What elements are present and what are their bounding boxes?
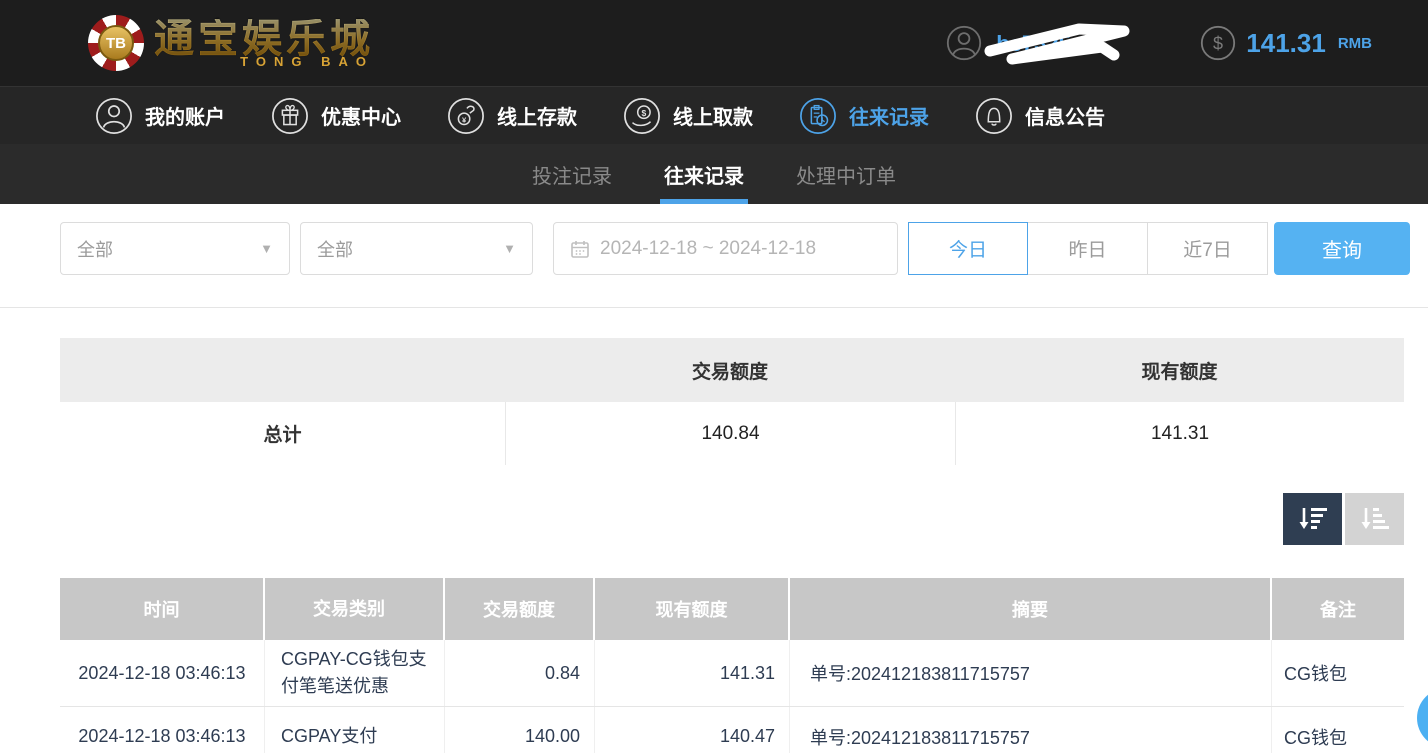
nav-label: 往来记录: [849, 101, 929, 130]
sort-ascending-icon: [1360, 506, 1390, 532]
transactions-table: 时间 交易类别 交易额度 现有额度 摘要 备注 2024-12-18 03:46…: [60, 578, 1404, 753]
deposit-icon: ¥: [447, 97, 485, 135]
dollar-circle-icon: $: [1200, 25, 1236, 61]
nav-item-announcements[interactable]: 信息公告: [975, 97, 1105, 135]
sort-controls: [60, 493, 1404, 545]
cell-amount: 0.84: [445, 640, 595, 706]
table-header-row: 时间 交易类别 交易额度 现有额度 摘要 备注: [60, 578, 1404, 640]
page: TB 通宝娱乐城 TONG BAO bc7325: [0, 0, 1428, 753]
nav-label: 线上存款: [497, 101, 577, 130]
today-button[interactable]: 今日: [908, 222, 1028, 275]
quick-date-group: 今日 昨日 近7日: [908, 222, 1268, 275]
nav-item-my-account[interactable]: 我的账户: [95, 97, 225, 135]
nav-label: 我的账户: [145, 101, 225, 130]
top-header: TB 通宝娱乐城 TONG BAO bc7325: [0, 0, 1428, 86]
tab-transaction-records[interactable]: 往来记录: [662, 144, 746, 204]
summary-header-empty: [60, 338, 505, 402]
cell-time: 2024-12-18 03:46:13: [60, 707, 265, 753]
cell-balance: 140.47: [595, 707, 790, 753]
balance[interactable]: $ 141.31 RMB: [1200, 25, 1372, 61]
col-header-time: 时间: [60, 578, 265, 640]
brand-name: 通宝娱乐城: [154, 19, 374, 59]
chevron-down-icon: ▼: [503, 241, 516, 256]
chip-label: TB: [98, 25, 134, 61]
table-row: 2024-12-18 03:46:13 CGPAY支付 140.00 140.4…: [60, 707, 1404, 753]
brand-subtitle: TONG BAO: [240, 55, 374, 68]
svg-text:$: $: [1213, 33, 1223, 53]
cell-note: CG钱包: [1272, 707, 1404, 753]
type-select-value: 全部: [77, 236, 113, 262]
summary-transaction-total: 140.84: [505, 402, 955, 465]
bell-icon: [975, 97, 1013, 135]
section-divider: [0, 307, 1428, 308]
subtype-select-value: 全部: [317, 236, 353, 262]
summary-total-label: 总计: [60, 402, 505, 465]
table-row: 2024-12-18 03:46:13 CGPAY-CG钱包支付笔笔送优惠 0.…: [60, 640, 1404, 707]
cell-balance: 141.31: [595, 640, 790, 706]
yesterday-button[interactable]: 昨日: [1028, 222, 1148, 275]
username-wrap: bc7325: [992, 21, 1122, 65]
cell-amount: 140.00: [445, 707, 595, 753]
date-range-value: 2024-12-18 ~ 2024-12-18: [600, 238, 816, 260]
sort-descending-button[interactable]: [1283, 493, 1342, 545]
casino-chip-icon: TB: [88, 15, 144, 71]
floating-service-button[interactable]: [1417, 688, 1428, 748]
nav-label: 优惠中心: [321, 101, 401, 130]
search-button[interactable]: 查询: [1274, 222, 1410, 275]
col-header-amount: 交易额度: [445, 578, 595, 640]
col-header-summary: 摘要: [790, 578, 1272, 640]
balance-currency: RMB: [1338, 35, 1372, 52]
summary-header-balance: 现有额度: [955, 338, 1404, 402]
summary-balance-total: 141.31: [955, 402, 1404, 465]
user-account[interactable]: bc7325: [946, 21, 1122, 65]
topbar-right: bc7325 $ 141.31 RMB: [946, 21, 1372, 65]
summary-header-transaction: 交易额度: [505, 338, 955, 402]
calendar-icon: [570, 239, 590, 259]
svg-text:¥: ¥: [462, 115, 467, 124]
date-range-input[interactable]: 2024-12-18 ~ 2024-12-18: [553, 222, 898, 275]
nav-label: 信息公告: [1025, 101, 1105, 130]
withdraw-icon: $: [623, 97, 661, 135]
record-tabs: 投注记录 往来记录 处理中订单: [0, 144, 1428, 204]
cell-summary: 单号:202412183811715757: [790, 707, 1272, 753]
account-icon: [95, 97, 133, 135]
summary-table: 交易额度 现有额度 总计 140.84 141.31: [60, 338, 1404, 465]
cell-summary: 单号:202412183811715757: [790, 640, 1272, 706]
filter-bar: 全部 ▼ 全部 ▼ 2024-12-18 ~ 2024-12-18 今日 昨日 …: [60, 222, 1410, 275]
subtype-select[interactable]: 全部 ▼: [300, 222, 533, 275]
brand-text: 通宝娱乐城 TONG BAO: [154, 19, 374, 68]
svg-text:$: $: [642, 108, 647, 118]
records-icon: [799, 97, 837, 135]
nav-item-withdraw[interactable]: $ 线上取款: [623, 97, 753, 135]
summary-header-row: 交易额度 现有额度: [60, 338, 1404, 402]
cell-type: CGPAY支付: [265, 707, 445, 753]
nav-item-deposit[interactable]: ¥ 线上存款: [447, 97, 577, 135]
gift-icon: [271, 97, 309, 135]
tab-betting-records[interactable]: 投注记录: [530, 144, 614, 204]
sort-ascending-button[interactable]: [1345, 493, 1404, 545]
cell-note: CG钱包: [1272, 640, 1404, 706]
user-icon: [946, 25, 982, 61]
balance-amount: 141.31: [1246, 28, 1326, 59]
chevron-down-icon: ▼: [260, 241, 273, 256]
nav-label: 线上取款: [673, 101, 753, 130]
cell-time: 2024-12-18 03:46:13: [60, 640, 265, 706]
main-navigation: 我的账户 优惠中心 ¥ 线上存款: [0, 86, 1428, 144]
brand-logo[interactable]: TB 通宝娱乐城 TONG BAO: [88, 15, 374, 71]
tab-processing-orders[interactable]: 处理中订单: [794, 144, 898, 204]
nav-item-records[interactable]: 往来记录: [799, 97, 929, 135]
redaction-scribble: [984, 21, 1134, 69]
cell-type: CGPAY-CG钱包支付笔笔送优惠: [265, 640, 445, 706]
col-header-note: 备注: [1272, 578, 1404, 640]
col-header-balance: 现有额度: [595, 578, 790, 640]
type-select[interactable]: 全部 ▼: [60, 222, 290, 275]
summary-total-row: 总计 140.84 141.31: [60, 402, 1404, 465]
nav-item-promotions[interactable]: 优惠中心: [271, 97, 401, 135]
last7days-button[interactable]: 近7日: [1148, 222, 1268, 275]
sort-descending-icon: [1298, 506, 1328, 532]
col-header-type: 交易类别: [265, 578, 445, 640]
